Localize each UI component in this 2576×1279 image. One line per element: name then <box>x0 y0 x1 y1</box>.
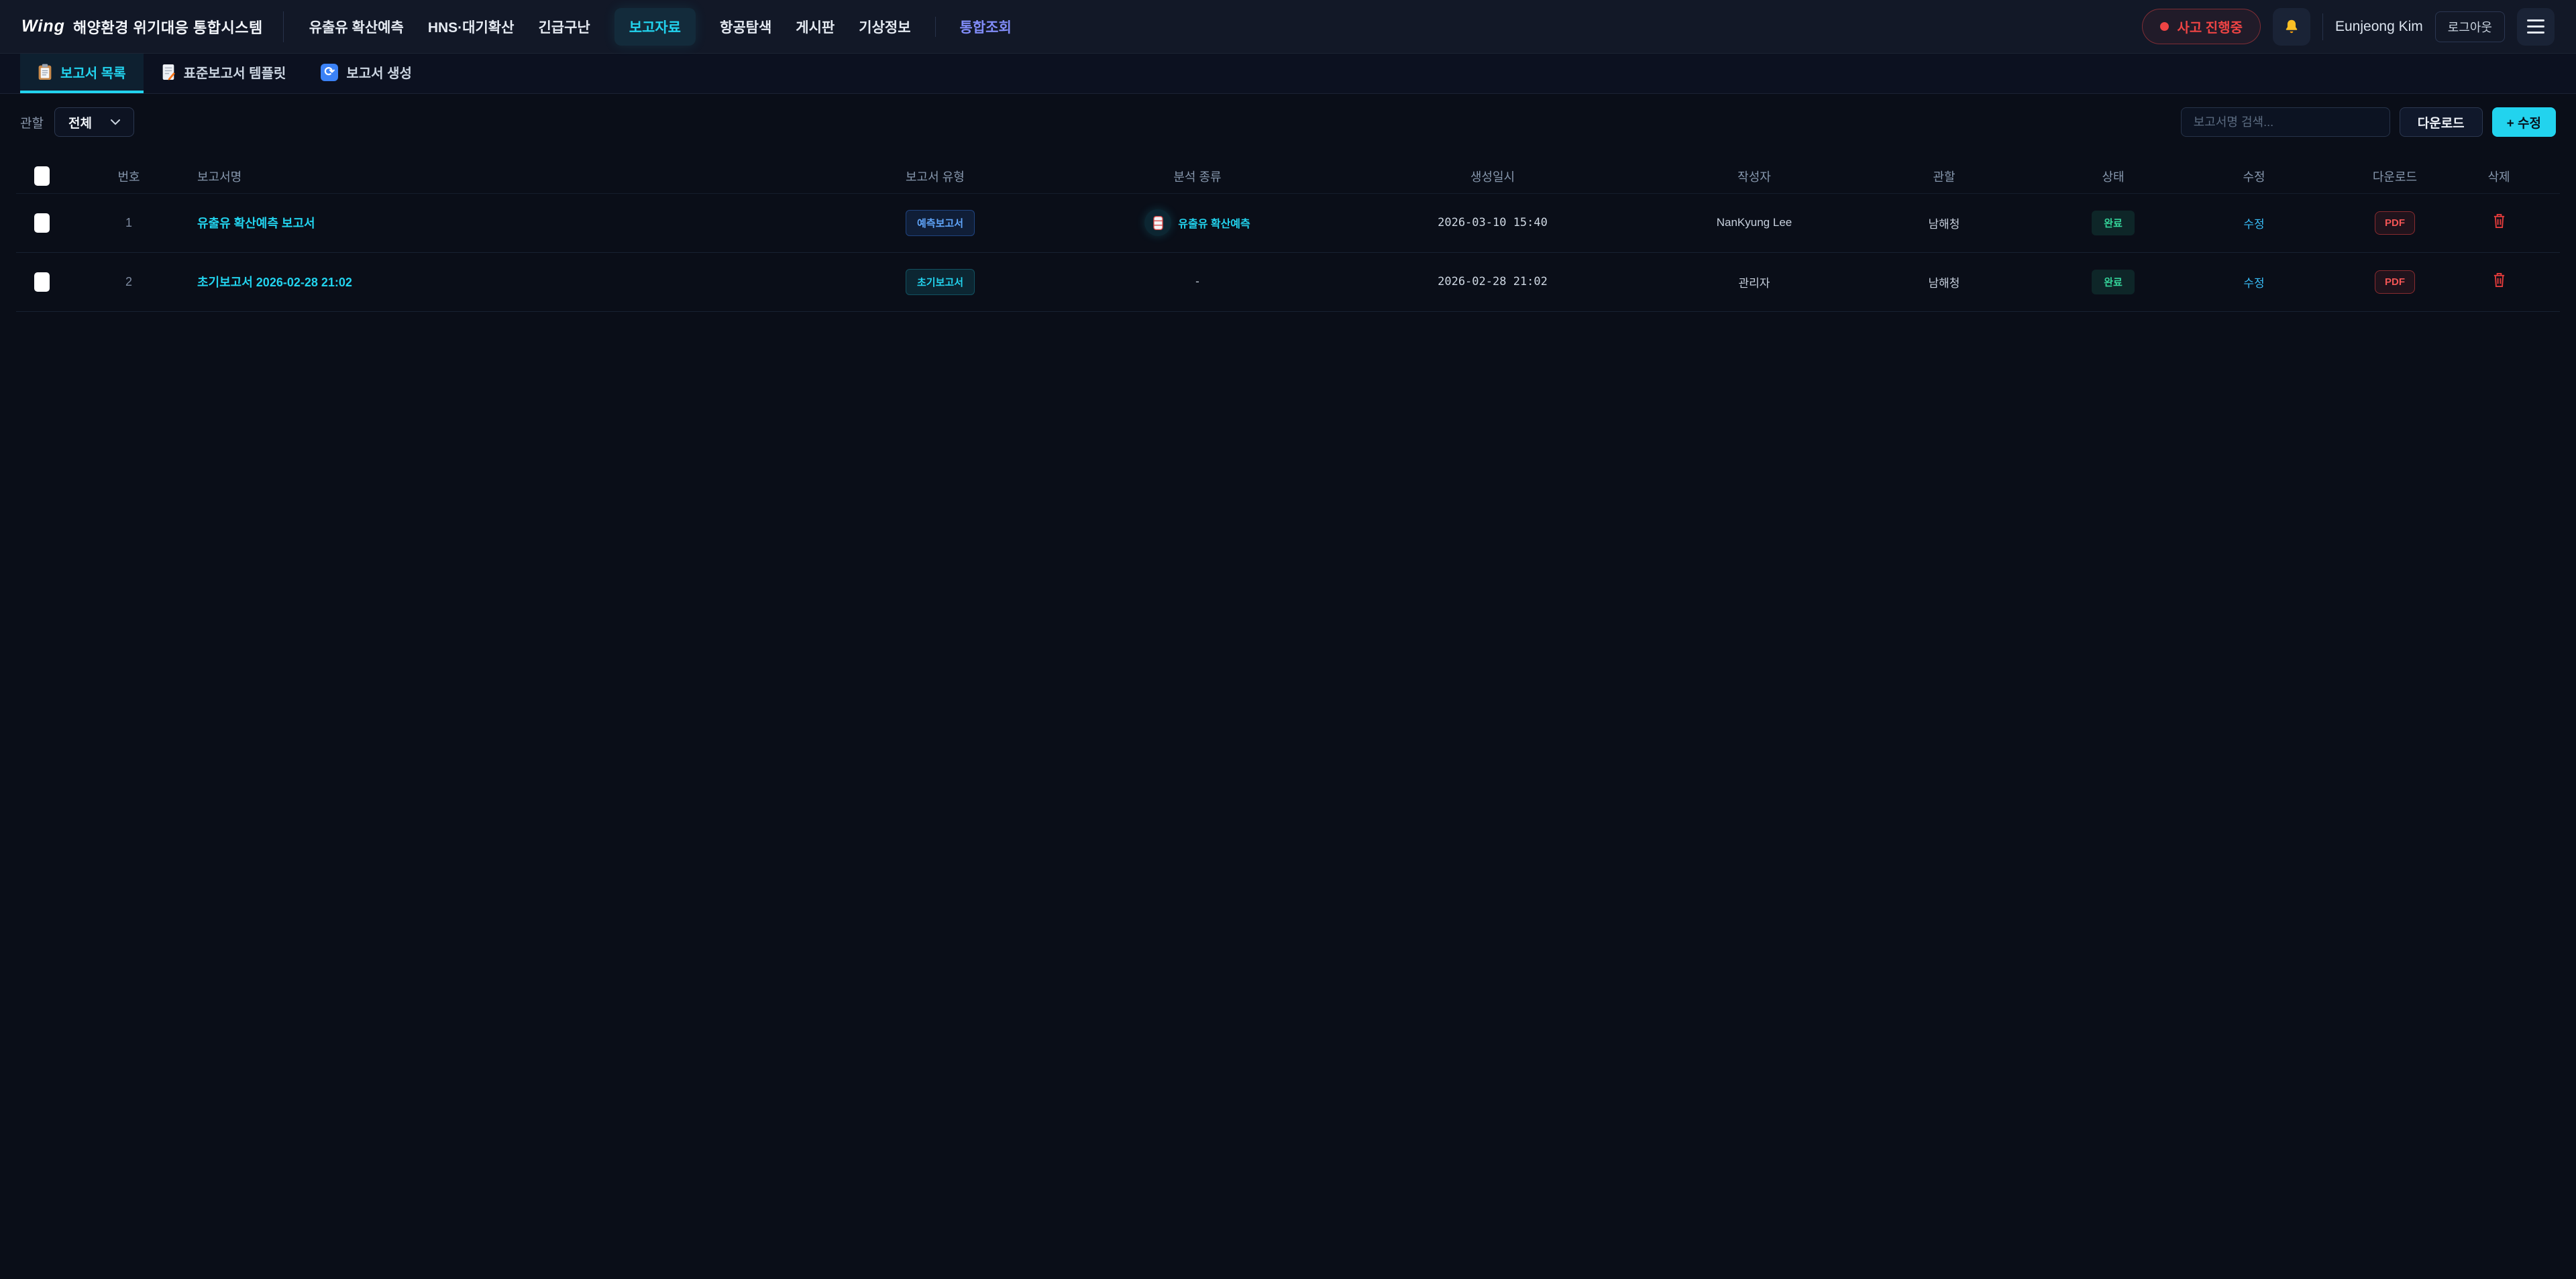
user-name: Eunjeong Kim <box>2335 19 2423 35</box>
jurisdiction-selected-value: 전체 <box>68 113 92 131</box>
nav-item-reports[interactable]: 보고자료 <box>614 8 696 46</box>
refresh-icon: ⟳ <box>321 64 338 81</box>
delete-button[interactable] <box>2492 213 2506 229</box>
jurisdiction-label: 관할 <box>20 113 44 131</box>
nav-divider: 통합조회 <box>935 17 1012 37</box>
chevron-down-icon <box>111 115 120 129</box>
jurisdiction: 남해청 <box>1818 252 2070 311</box>
report-name-link[interactable]: 유출유 확산예측 보고서 <box>197 217 315 230</box>
row-number: 1 <box>67 193 191 252</box>
report-name-link[interactable]: 초기보고서 2026-02-28 21:02 <box>197 276 352 289</box>
column-header-jurisdiction: 관할 <box>1818 160 2070 193</box>
row-checkbox[interactable] <box>34 272 50 292</box>
tab-standard-template[interactable]: 표준보고서 템플릿 <box>144 54 304 93</box>
pdf-download-button[interactable]: PDF <box>2375 211 2415 235</box>
oil-barrel-icon <box>1144 209 1171 236</box>
edit-button[interactable]: + 수정 <box>2492 107 2556 137</box>
filter-actions: 다운로드 + 수정 <box>2181 107 2556 137</box>
pdf-download-button[interactable]: PDF <box>2375 270 2415 294</box>
table-header-row: 번호 보고서명 보고서 유형 분석 종류 생성일시 작성자 관할 상태 수정 다… <box>16 160 2560 193</box>
delete-button[interactable] <box>2492 272 2506 288</box>
analysis-type-label: - <box>1100 252 1295 311</box>
edit-link[interactable]: 수정 <box>2243 218 2264 231</box>
edit-link[interactable]: 수정 <box>2243 277 2264 290</box>
column-header-type: 보고서 유형 <box>892 160 1100 193</box>
column-header-delete: 삭제 <box>2438 160 2560 193</box>
column-header-analysis: 분석 종류 <box>1100 160 1295 193</box>
column-header-download: 다운로드 <box>2352 160 2438 193</box>
author: NanKyung Lee <box>1690 193 1818 252</box>
status-badge: 완료 <box>2092 211 2135 235</box>
analysis-type-label: 유출유 확산예측 <box>1178 215 1250 231</box>
incident-status-label: 사고 진행중 <box>2177 17 2243 36</box>
row-number: 2 <box>67 252 191 311</box>
app-title: 해양환경 위기대응 통합시스템 <box>73 16 263 38</box>
logout-button[interactable]: 로그아웃 <box>2435 11 2505 42</box>
logo-mark: Wing <box>21 17 65 36</box>
created-datetime: 2026-03-10 15:40 <box>1295 193 1690 252</box>
vertical-divider <box>2322 13 2323 40</box>
topbar-right: 사고 진행중 Eunjeong Kim 로그아웃 <box>2142 8 2555 46</box>
filter-bar: 관할 전체 다운로드 + 수정 <box>0 94 2576 152</box>
tab-generate-report[interactable]: ⟳ 보고서 생성 <box>303 54 429 93</box>
report-tabbar: 보고서 목록 표준보고서 템플릿 ⟳ 보고서 생성 <box>0 54 2576 94</box>
tab-label: 표준보고서 템플릿 <box>184 62 286 82</box>
app-logo: Wing 해양환경 위기대응 통합시스템 <box>21 11 284 42</box>
table-row: 2 초기보고서 2026-02-28 21:02 초기보고서 - 2026-02… <box>16 252 2560 311</box>
column-header-created: 생성일시 <box>1295 160 1690 193</box>
reports-table: 번호 보고서명 보고서 유형 분석 종류 생성일시 작성자 관할 상태 수정 다… <box>16 160 2560 312</box>
tab-label: 보고서 생성 <box>346 62 412 82</box>
table-row: 1 유출유 확산예측 보고서 예측보고서 유출유 확산예측 2026-03-10… <box>16 193 2560 252</box>
jurisdiction: 남해청 <box>1818 193 2070 252</box>
hamburger-menu-icon <box>2527 19 2544 34</box>
tab-report-list[interactable]: 보고서 목록 <box>20 54 144 93</box>
memo-pencil-icon <box>161 64 176 80</box>
select-all-checkbox[interactable] <box>34 166 50 186</box>
report-search-input[interactable] <box>2181 107 2390 137</box>
nav-item-weather[interactable]: 기상정보 <box>859 17 910 37</box>
nav-item-aerial-search[interactable]: 항공탐색 <box>720 17 771 37</box>
column-header-status: 상태 <box>2070 160 2156 193</box>
nav-item-rescue[interactable]: 긴급구난 <box>538 17 590 37</box>
nav-item-hns[interactable]: HNS·대기확산 <box>428 17 515 37</box>
report-type-badge: 초기보고서 <box>906 269 975 295</box>
notification-bell-button[interactable] <box>2273 8 2310 46</box>
row-checkbox[interactable] <box>34 213 50 233</box>
report-type-badge: 예측보고서 <box>906 210 975 236</box>
main-nav: 유출유 확산예측 HNS·대기확산 긴급구난 보고자료 항공탐색 게시판 기상정… <box>309 8 1012 46</box>
column-header-name: 보고서명 <box>191 160 892 193</box>
nav-item-board[interactable]: 게시판 <box>796 17 835 37</box>
incident-status-badge: 사고 진행중 <box>2142 9 2261 44</box>
clipboard-icon <box>38 64 52 80</box>
column-header-edit: 수정 <box>2156 160 2352 193</box>
nav-item-integrated-search[interactable]: 통합조회 <box>960 20 1012 36</box>
column-header-number: 번호 <box>67 160 191 193</box>
created-datetime: 2026-02-28 21:02 <box>1295 252 1690 311</box>
nav-item-oil-spill[interactable]: 유출유 확산예측 <box>309 17 404 37</box>
menu-button[interactable] <box>2517 8 2555 46</box>
top-navigation-bar: Wing 해양환경 위기대응 통합시스템 유출유 확산예측 HNS·대기확산 긴… <box>0 0 2576 54</box>
download-button[interactable]: 다운로드 <box>2400 107 2483 137</box>
jurisdiction-select[interactable]: 전체 <box>54 107 134 137</box>
author: 관리자 <box>1690 252 1818 311</box>
red-dot-icon <box>2160 22 2169 31</box>
trash-icon <box>2492 213 2506 229</box>
trash-icon <box>2492 272 2506 288</box>
status-badge: 완료 <box>2092 270 2135 294</box>
bell-icon <box>2283 18 2300 36</box>
column-header-author: 작성자 <box>1690 160 1818 193</box>
tab-label: 보고서 목록 <box>60 62 126 82</box>
